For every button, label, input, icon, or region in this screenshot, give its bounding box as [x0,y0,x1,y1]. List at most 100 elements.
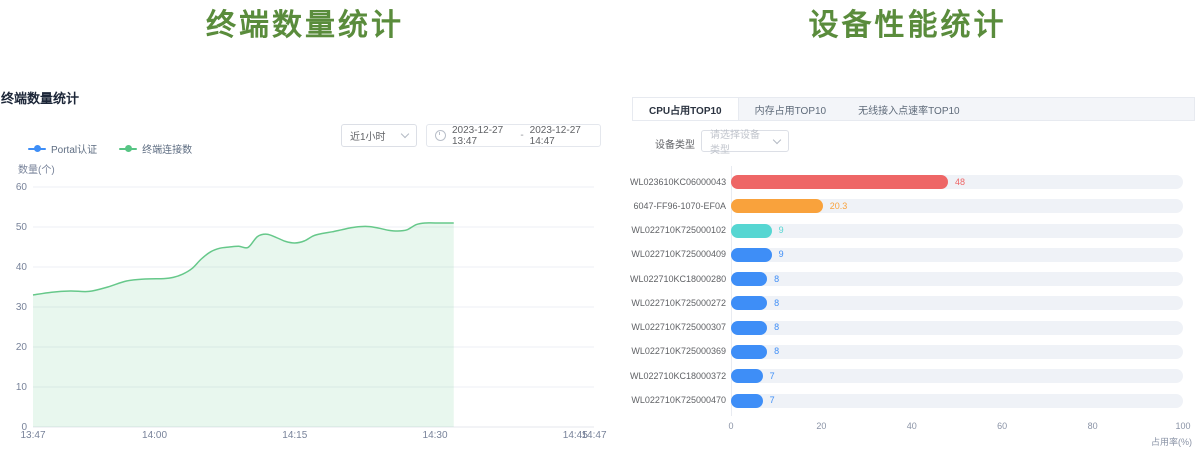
chevron-down-icon [773,135,781,143]
bar-row: WL022710KC18000280 8 [630,272,1196,287]
bar[interactable] [731,296,767,310]
bar-x-tick-label: 40 [907,421,917,431]
terminal-count-title: 终端数量统计 [0,0,610,44]
bar-zone: 9 [731,247,1183,262]
legend-item-portal-auth[interactable]: Portal认证 [28,141,97,156]
bar-row: WL023610KC06000043 48 [630,175,1196,190]
bar-category-label: WL022710KC18000280 [630,272,726,287]
bar-category-label: WL022710K725000102 [630,223,726,238]
legend-marker-icon [28,148,46,150]
bar-category-label: WL022710K725000470 [630,393,726,408]
bar-category-label: WL022710K725000307 [630,320,726,335]
bar-x-tick-label: 100 [1175,421,1190,431]
date-range-separator: - [520,130,523,141]
bar-value-label: 7 [770,393,775,408]
legend-marker-icon [119,148,137,150]
y-axis-title: 数量(个) [18,161,55,176]
tab-cpu-top10[interactable]: CPU占用TOP10 [633,98,739,120]
y-tick-label: 60 [16,182,28,193]
bar-value-label: 8 [774,296,779,311]
bar-zone: 8 [731,344,1183,359]
bar[interactable] [731,248,772,262]
tab-wireless-rate-top10[interactable]: 无线接入点速率TOP10 [842,98,976,120]
clock-icon [435,130,446,141]
bar-value-label: 8 [774,320,779,335]
bar-category-label: WL022710KC18000372 [630,369,726,384]
bar-value-label: 20.3 [830,199,848,214]
bar[interactable] [731,345,767,359]
bar-value-label: 48 [955,175,965,190]
dashboard: 终端数量统计 设备性能统计 终端数量统计 近1小时 2023-12-27 13:… [0,0,1200,456]
bar-zone: 8 [731,296,1183,311]
y-tick-label: 40 [16,262,28,273]
line-chart-legend: Portal认证 终端连接数 [28,141,192,156]
device-type-select[interactable]: 请选择设备类型 [701,130,789,152]
bar-track [731,224,1183,238]
date-range-picker[interactable]: 2023-12-27 13:47 - 2023-12-27 14:47 [426,124,601,147]
y-tick-label: 10 [16,382,28,393]
bar[interactable] [731,369,763,383]
bar-category-label: WL023610KC06000043 [630,175,726,190]
x-tick-label: 13:47 [20,430,45,441]
bar-chart: 占用率(%) WL023610KC06000043486047-FF96-107… [630,166,1196,451]
date-range-end: 2023-12-27 14:47 [530,125,592,147]
bar-row: WL022710K725000307 8 [630,320,1196,335]
bar-track [731,345,1183,359]
bar-category-label: WL022710K725000272 [630,296,726,311]
bar[interactable] [731,199,823,213]
y-tick-label: 30 [16,302,28,313]
bar-x-tick-label: 0 [728,421,733,431]
bar[interactable] [731,175,948,189]
bar-category-label: WL022710K725000369 [630,344,726,359]
chevron-down-icon [401,130,409,138]
time-range-select[interactable]: 近1小时 [341,124,417,147]
bar-track [731,369,1183,383]
bar-track [731,394,1183,408]
bar-zone: 48 [731,175,1183,190]
bar-track [731,321,1183,335]
bar-x-tick-label: 80 [1088,421,1098,431]
bar[interactable] [731,321,767,335]
bar[interactable] [731,224,772,238]
bar-value-label: 7 [770,369,775,384]
device-type-label: 设备类型 [655,136,695,151]
device-type-placeholder: 请选择设备类型 [710,126,768,156]
y-tick-label: 50 [16,222,28,233]
bar-row: WL022710KC18000372 7 [630,369,1196,384]
bar-row: WL022710K725000102 9 [630,223,1196,238]
bar-track [731,296,1183,310]
bar-category-label: WL022710K725000409 [630,247,726,262]
bar-zone: 7 [731,369,1183,384]
x-tick-label: 14:15 [282,430,307,441]
bar-value-label: 9 [779,247,784,262]
tab-bar: CPU占用TOP10内存占用TOP10无线接入点速率TOP10 [632,97,1195,121]
bar-zone: 8 [731,320,1183,335]
x-tick-label: 14:30 [423,430,448,441]
bar-row: WL022710K725000369 8 [630,344,1196,359]
bar-x-tick-label: 20 [816,421,826,431]
bar[interactable] [731,394,763,408]
legend-label: 终端连接数 [142,141,192,156]
bar-track [731,272,1183,286]
bar-zone: 7 [731,393,1183,408]
bar-zone: 20.3 [731,199,1183,214]
tab-memory-top10[interactable]: 内存占用TOP10 [739,98,843,120]
bar-row: WL022710K725000272 8 [630,296,1196,311]
bar-x-tick-label: 60 [997,421,1007,431]
legend-item-terminal-connections[interactable]: 终端连接数 [119,141,192,156]
time-range-value: 近1小时 [350,128,386,143]
bar-row: WL022710K725000409 9 [630,247,1196,262]
bar-row: 6047-FF96-1070-EF0A 20.3 [630,199,1196,214]
bar-value-label: 8 [774,272,779,287]
bar-zone: 8 [731,272,1183,287]
bar-zone: 9 [731,223,1183,238]
left-panel-header: 终端数量统计 [1,88,79,107]
y-tick-label: 20 [16,342,28,353]
x-tick-label: 14:47 [581,430,606,441]
bar-category-label: 6047-FF96-1070-EF0A [630,199,726,214]
bar[interactable] [731,272,767,286]
legend-label: Portal认证 [51,141,97,156]
area-fill [33,223,454,427]
bar-track [731,248,1183,262]
bar-value-label: 8 [774,344,779,359]
